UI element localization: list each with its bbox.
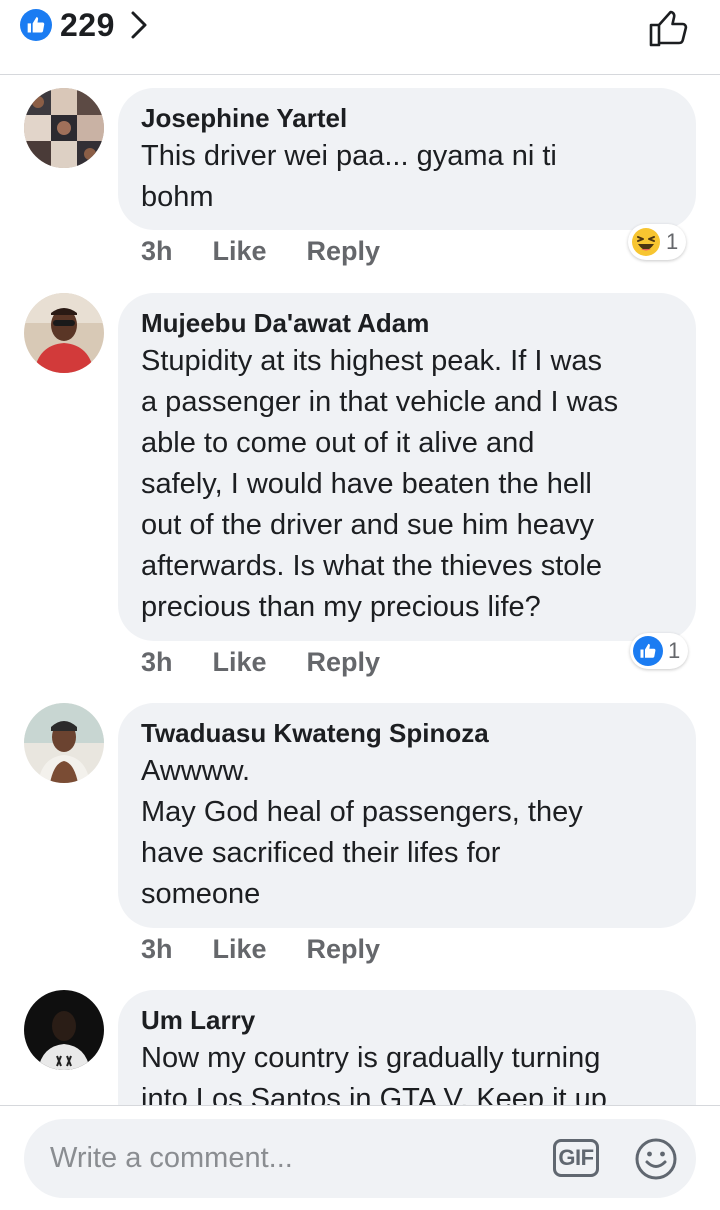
comment-time[interactable]: 3h [141, 647, 173, 678]
comment-bubble[interactable]: Twaduasu Kwateng Spinoza Awwww. May God … [118, 703, 696, 928]
comment-text-line: someone [141, 878, 261, 910]
comment-bubble[interactable]: Josephine Yartel This driver wei paa... … [118, 88, 696, 230]
like-reaction-icon [633, 636, 663, 666]
comment-text-line: a passenger in that vehicle and I was [141, 386, 619, 418]
avatar[interactable] [24, 990, 104, 1070]
comment-list: Josephine Yartel This driver wei paa... … [0, 75, 720, 1105]
comment-text-line: May God heal of passengers, they [141, 796, 583, 828]
like-button[interactable]: Like [213, 647, 267, 678]
reply-button[interactable]: Reply [307, 236, 381, 267]
comment-actions: 3h Like Reply [141, 644, 380, 680]
comment-text-line: bohm [141, 181, 214, 213]
reaction-number: 1 [666, 229, 679, 254]
comment-input[interactable] [48, 1133, 548, 1183]
avatar[interactable] [24, 88, 104, 168]
thumbs-up-outline-icon [649, 10, 688, 47]
haha-emoji-icon [631, 227, 661, 257]
comment-text-line: safely, I would have beaten the hell [141, 468, 592, 500]
comment-time[interactable]: 3h [141, 934, 173, 965]
chevron-right-icon[interactable] [129, 10, 151, 40]
reactions-header: 229 [0, 0, 720, 75]
comment-text-line: afterwards. Is what the thieves stole [141, 550, 602, 582]
comment-composer: GIF [24, 1119, 696, 1198]
comment-text-line: into Los Santos in GTA V. Keep it up [141, 1083, 607, 1105]
comment-text-line: precious than my precious life? [141, 591, 541, 623]
comment-composer-bar: GIF [0, 1105, 720, 1210]
avatar[interactable] [24, 703, 104, 783]
comment-author[interactable]: Mujeebu Da'awat Adam [141, 307, 672, 339]
comment-text-line: able to come out of it alive and [141, 427, 535, 459]
comment-text-line: out of the driver and sue him heavy [141, 509, 594, 541]
reply-button[interactable]: Reply [307, 647, 381, 678]
reaction-count[interactable]: 1 [628, 224, 687, 260]
comment-text-line: Now my country is gradually turning [141, 1042, 601, 1074]
gif-label: GIF [558, 1145, 594, 1170]
comment-bubble[interactable]: Mujeebu Da'awat Adam Stupidity at its hi… [118, 293, 696, 641]
comment-actions: 3h Like Reply [141, 931, 380, 967]
comment-text: This driver wei paa... gyama ni ti bohm [141, 136, 672, 218]
reaction-summary[interactable]: 229 [20, 6, 151, 44]
comment-text: Awwww. May God heal of passengers, they … [141, 751, 672, 915]
comment-text-line: have sacrificed their lifes for [141, 837, 501, 869]
comment-time[interactable]: 3h [141, 236, 173, 267]
comment-text: Now my country is gradually turning into… [141, 1038, 672, 1105]
like-button[interactable]: Like [213, 236, 267, 267]
comment-text-line: Stupidity at its highest peak. If I was [141, 345, 603, 377]
comment-bubble[interactable]: Um Larry Now my country is gradually tur… [118, 990, 696, 1105]
avatar[interactable] [24, 293, 104, 373]
reaction-count[interactable]: 1 [630, 633, 689, 669]
comment-author[interactable]: Um Larry [141, 1004, 672, 1036]
comment-author[interactable]: Josephine Yartel [141, 102, 672, 134]
comment-author[interactable]: Twaduasu Kwateng Spinoza [141, 717, 672, 749]
comment-actions: 3h Like Reply [141, 233, 380, 269]
comment-text-line: This driver wei paa... gyama ni ti [141, 140, 557, 172]
thumbs-up-icon [20, 9, 52, 41]
comment-text: Stupidity at its highest peak. If I was … [141, 341, 672, 628]
like-post-button[interactable] [646, 6, 690, 50]
reply-button[interactable]: Reply [307, 934, 381, 965]
smiley-icon[interactable] [634, 1137, 678, 1181]
gif-button[interactable]: GIF [553, 1139, 599, 1177]
like-button[interactable]: Like [213, 934, 267, 965]
reaction-number: 1 [668, 638, 681, 663]
comment-text-line: Awwww. [141, 755, 251, 787]
like-count: 229 [60, 6, 115, 43]
